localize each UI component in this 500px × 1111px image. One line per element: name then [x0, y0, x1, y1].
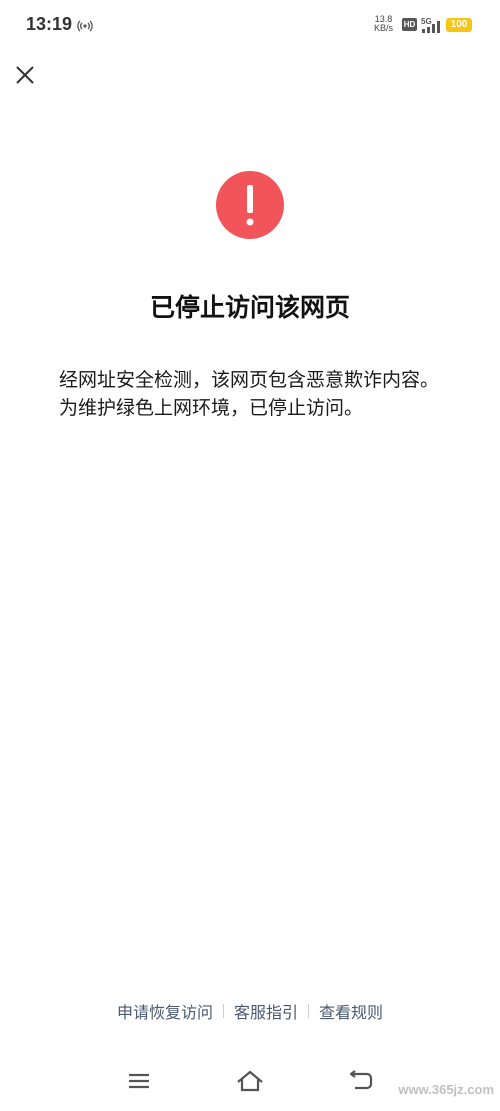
- home-icon[interactable]: [235, 1066, 265, 1096]
- hd-badge: HD: [402, 18, 417, 31]
- divider: [308, 1004, 309, 1018]
- request-restore-link[interactable]: 申请恢复访问: [117, 999, 213, 1023]
- network-type-label: 5G: [421, 17, 432, 26]
- status-time: 13:19: [26, 14, 73, 34]
- customer-service-link[interactable]: 客服指引: [234, 999, 298, 1023]
- back-icon[interactable]: [346, 1066, 376, 1096]
- warning-icon: [216, 171, 284, 239]
- battery-icon: 100: [446, 18, 472, 32]
- hotspot-icon: [77, 20, 93, 32]
- divider: [222, 1004, 224, 1018]
- status-bar: 13:19 13.8 KB/s HD 5G 100: [0, 0, 500, 52]
- footer-links: 申请恢复访问 客服指引 查看规则: [0, 998, 500, 1024]
- network-speed-unit: KB/s: [374, 23, 394, 33]
- network-speed: 13.8 KB/s: [374, 15, 393, 33]
- watermark: www.365jz.com: [398, 1082, 494, 1097]
- menu-icon[interactable]: [124, 1066, 154, 1096]
- page-title: 已停止访问该网页: [149, 293, 350, 322]
- blocked-description: 经网址安全检测，该网页包含恶意欺诈内容。为维护绿色上网环境，已停止访问。: [59, 369, 440, 419]
- close-icon: [16, 66, 34, 84]
- close-button[interactable]: [10, 60, 40, 90]
- signal-icon: 5G: [421, 17, 440, 33]
- view-rules-link[interactable]: 查看规则: [319, 999, 383, 1023]
